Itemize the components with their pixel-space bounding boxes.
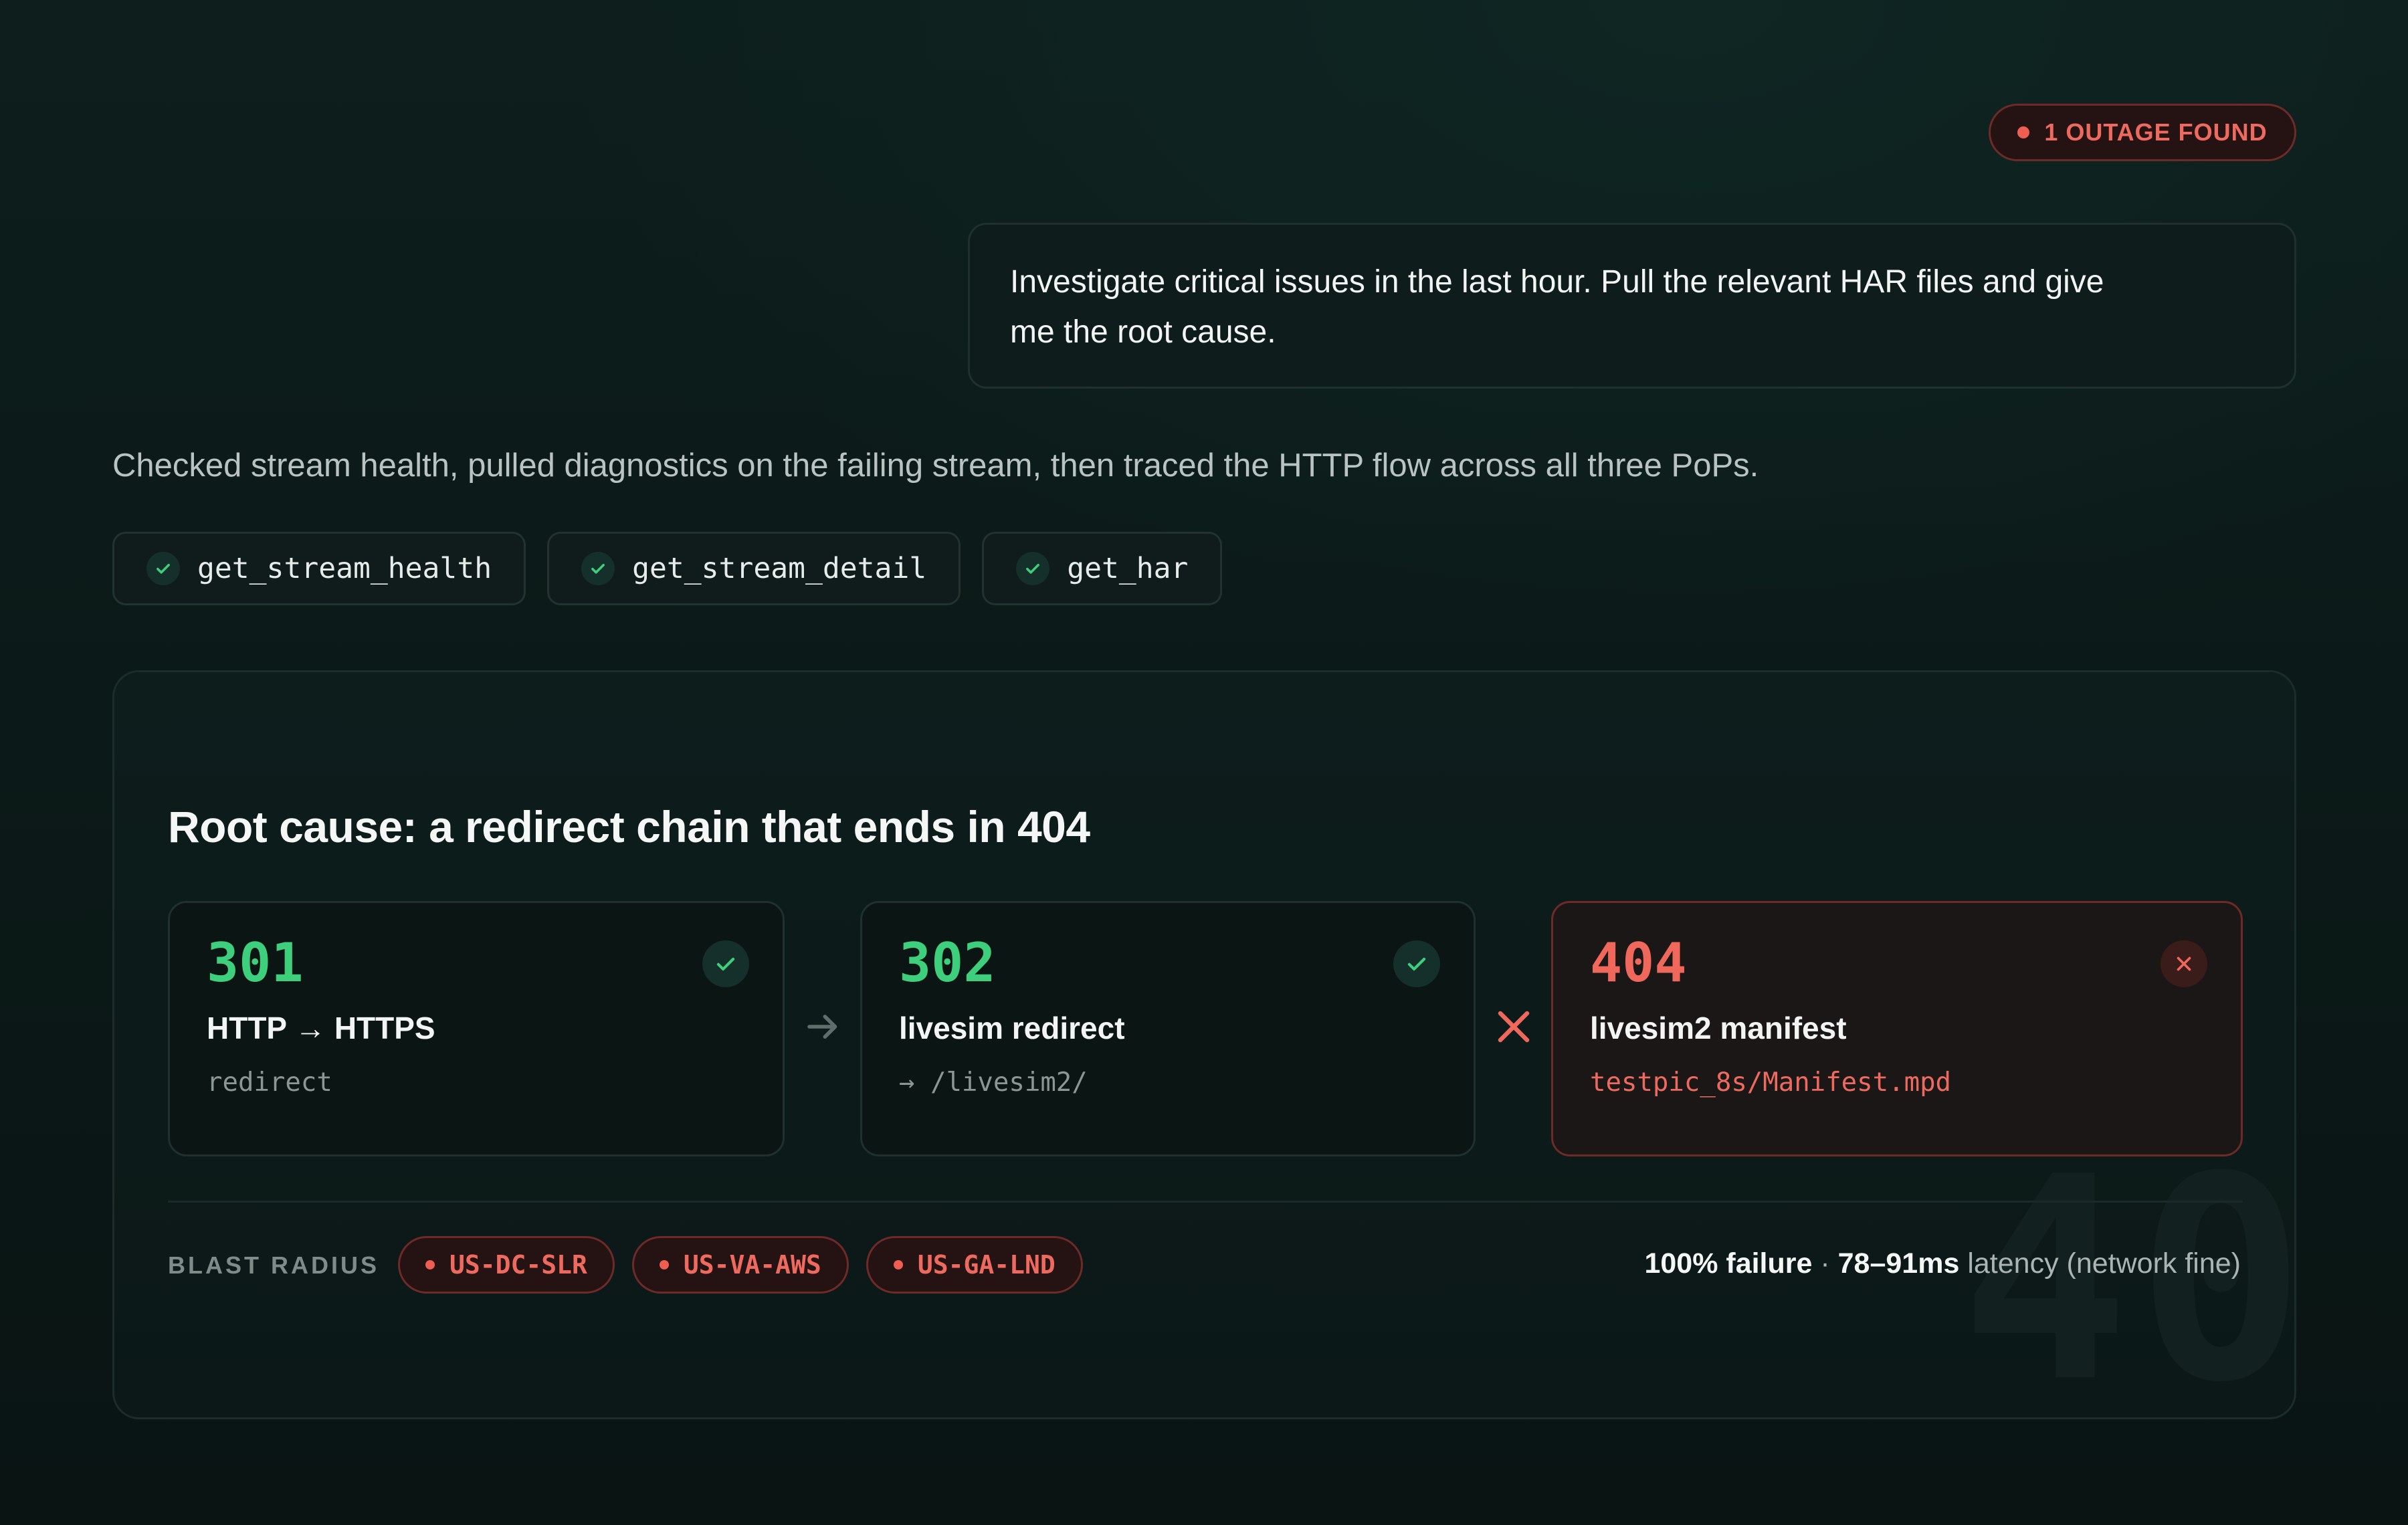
status-code: 404: [1590, 932, 1687, 994]
step-title: livesim redirect: [899, 1011, 1125, 1045]
check-icon: [1393, 940, 1440, 987]
step-subtitle: testpic_8s/Manifest.mpd: [1590, 1068, 1952, 1098]
region-badge: US-VA-AWS: [631, 1236, 849, 1294]
close-icon: [2161, 940, 2207, 987]
blast-radius-regions: US-DC-SLR US-VA-AWS US-GA-LND: [398, 1236, 1083, 1294]
region-dot-icon: [425, 1260, 435, 1269]
card-divider: [168, 1201, 2243, 1203]
region-badge: US-DC-SLR: [398, 1236, 615, 1294]
region-badge: US-GA-LND: [866, 1236, 1083, 1294]
latency-text: latency (network fine): [1959, 1247, 2241, 1280]
tool-chip-get-har[interactable]: get_har: [982, 532, 1223, 605]
check-icon: [702, 940, 749, 987]
status-code: 302: [899, 932, 996, 994]
failure-stats: 100% failure · 78–91ms latency (network …: [1644, 1247, 2241, 1280]
tool-chip-get-stream-detail[interactable]: get_stream_detail: [547, 532, 961, 605]
tool-chip-label: get_stream_detail: [632, 552, 927, 585]
step-title: livesim2 manifest: [1590, 1011, 1847, 1045]
status-code: 301: [207, 932, 304, 994]
failure-rate: 100% failure: [1644, 1247, 1813, 1280]
outage-found-badge: 1 OUTAGE FOUND: [1989, 104, 2296, 161]
region-dot-icon: [893, 1260, 903, 1269]
check-icon: [1016, 552, 1050, 585]
stats-separator: ·: [1812, 1247, 1838, 1280]
outage-badge-label: 1 OUTAGE FOUND: [2044, 118, 2268, 146]
region-label: US-GA-LND: [917, 1250, 1056, 1280]
step-title: HTTP → HTTPS: [207, 1011, 435, 1045]
check-icon: [146, 552, 180, 585]
redirect-step-301: 301 HTTP → HTTPS redirect: [168, 901, 785, 1156]
assistant-summary: Checked stream health, pulled diagnostic…: [112, 447, 1759, 484]
tool-chip-label: get_har: [1067, 552, 1189, 585]
tool-chip-label: get_stream_health: [197, 552, 492, 585]
tool-chip-get-stream-health[interactable]: get_stream_health: [112, 532, 526, 605]
redirect-step-404: 404 livesim2 manifest testpic_8s/Manifes…: [1551, 901, 2243, 1156]
step-subtitle: redirect: [207, 1068, 332, 1098]
broken-link-x-icon: [1487, 1000, 1540, 1053]
user-message-line: me the root cause.: [1010, 314, 1276, 350]
user-message-line: Investigate critical issues in the last …: [1010, 264, 2104, 300]
region-label: US-VA-AWS: [683, 1250, 821, 1280]
check-icon: [581, 552, 615, 585]
latency-value: 78–91ms: [1837, 1247, 1960, 1280]
redirect-step-302: 302 livesim redirect → /livesim2/: [860, 901, 1476, 1156]
arrow-right-icon: [797, 1000, 850, 1053]
root-cause-card: 404 Root cause: a redirect chain that en…: [112, 670, 2296, 1419]
region-dot-icon: [659, 1260, 669, 1269]
root-cause-title: Root cause: a redirect chain that ends i…: [168, 802, 1090, 851]
step-subtitle: → /livesim2/: [899, 1068, 1088, 1098]
outage-dot-icon: [2017, 126, 2030, 138]
region-label: US-DC-SLR: [449, 1250, 587, 1280]
tool-call-list: get_stream_health get_stream_detail get_…: [112, 532, 1223, 605]
blast-radius-label: BLAST RADIUS: [168, 1251, 379, 1279]
user-message-bubble: Investigate critical issues in the last …: [968, 223, 2296, 389]
